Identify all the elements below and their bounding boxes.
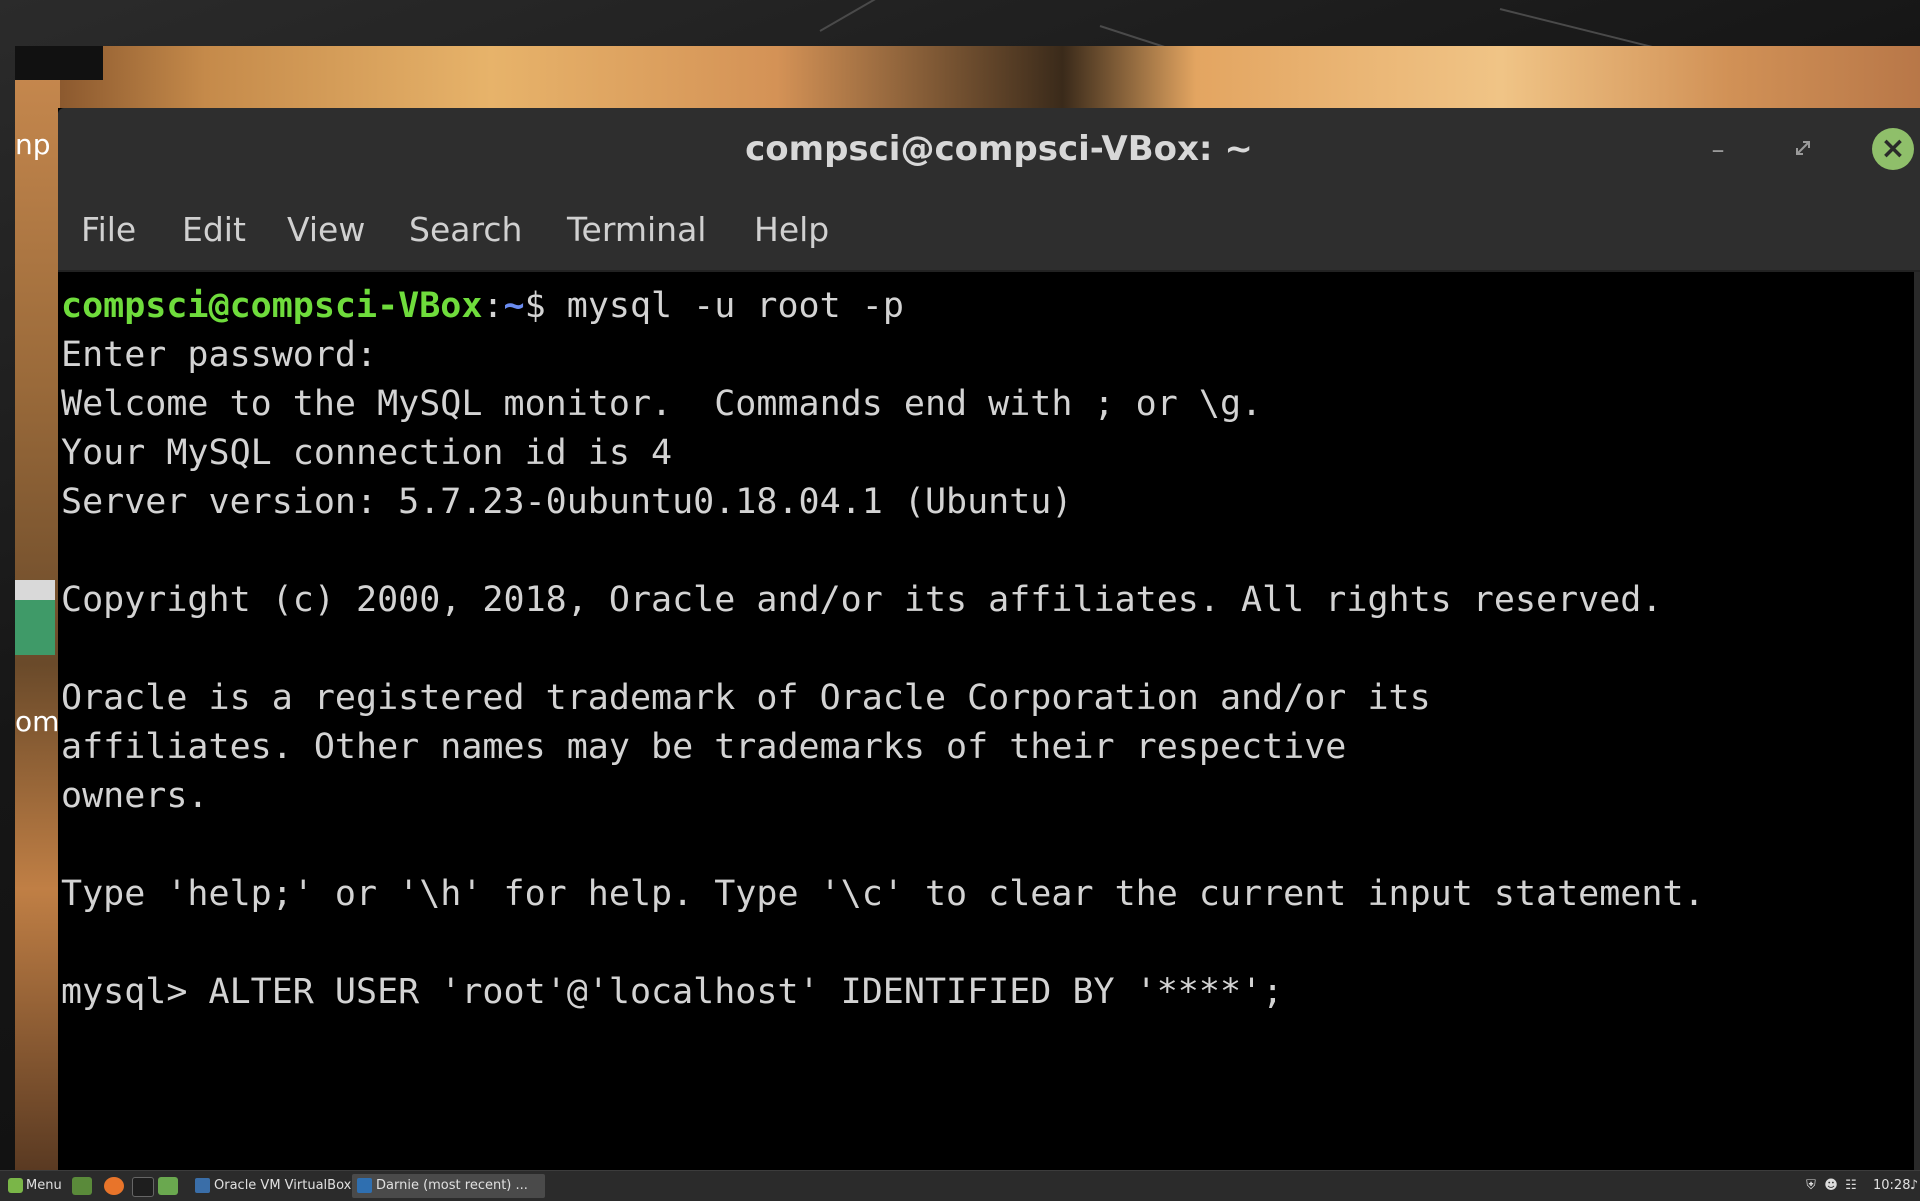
network-icon[interactable]: ☷ <box>1843 1178 1859 1194</box>
terminal-window: compsci@compsci-VBox: ~ – × File Edit Vi… <box>58 108 1920 1170</box>
terminal-scrollbar[interactable] <box>1914 272 1920 1170</box>
close-button[interactable]: × <box>1872 128 1914 170</box>
menu-file[interactable]: File <box>81 190 136 270</box>
virtualbox-icon <box>195 1178 210 1193</box>
shield-icon[interactable]: ⛨ <box>1803 1178 1819 1194</box>
terminal-line: Oracle is a registered trademark of Orac… <box>61 678 1431 718</box>
document-icon <box>357 1178 372 1193</box>
prompt-dollar: $ <box>524 286 567 326</box>
prompt-user: compsci@compsci-VBox <box>61 286 483 326</box>
terminal-line: Copyright (c) 2000, 2018, Oracle and/or … <box>61 580 1663 620</box>
menubar: File Edit View Search Terminal Help <box>58 190 1920 272</box>
terminal-line: Enter password: <box>61 335 378 375</box>
terminal-line: Your MySQL connection id is 4 <box>61 433 673 473</box>
taskbar: Menu Oracle VM VirtualBox... Darnie (mos… <box>0 1170 1920 1201</box>
maximize-button[interactable] <box>1783 130 1823 170</box>
start-menu-label: Menu <box>26 1178 62 1193</box>
task-darnie[interactable]: Darnie (most recent) ... <box>352 1174 545 1198</box>
window-titlebar[interactable]: compsci@compsci-VBox: ~ – × <box>58 108 1920 190</box>
start-menu-button[interactable]: Menu <box>4 1171 62 1201</box>
user-icon[interactable]: ☻ <box>1823 1178 1839 1194</box>
terminal-icon[interactable] <box>132 1177 154 1197</box>
clock[interactable]: 10:28 <box>1873 1171 1910 1201</box>
desktop-icon-label-fragment: np <box>15 128 51 161</box>
maximize-icon <box>1793 135 1813 165</box>
close-icon: × <box>1880 131 1906 166</box>
terminal-line: affiliates. Other names may be trademark… <box>61 727 1347 767</box>
terminal-line: Server version: 5.7.23-0ubuntu0.18.04.1 … <box>61 482 1073 522</box>
terminal-line: owners. <box>61 776 209 816</box>
mysql-input-line: mysql> ALTER USER 'root'@'localhost' IDE… <box>61 972 1284 1012</box>
window-title: compsci@compsci-VBox: ~ <box>745 129 1253 169</box>
menu-view[interactable]: View <box>287 190 365 270</box>
minimize-icon: – <box>1711 135 1725 165</box>
menu-edit[interactable]: Edit <box>182 190 246 270</box>
menu-search[interactable]: Search <box>409 190 522 270</box>
menu-help[interactable]: Help <box>754 190 829 270</box>
task-virtualbox[interactable]: Oracle VM VirtualBox... <box>190 1174 377 1198</box>
prompt-command: mysql -u root -p <box>566 286 904 326</box>
mint-logo-icon <box>8 1178 23 1193</box>
task-label: Darnie (most recent) ... <box>376 1178 528 1193</box>
home-folder-icon[interactable] <box>15 580 55 675</box>
show-desktop-icon[interactable] <box>72 1177 92 1195</box>
guest-panel-tab <box>15 46 103 80</box>
firefox-icon[interactable] <box>104 1177 124 1195</box>
prompt-path: ~ <box>503 286 525 326</box>
terminal-output[interactable]: compsci@compsci-VBox:~$ mysql -u root -p… <box>58 272 1920 1170</box>
minimize-button[interactable]: – <box>1698 130 1738 170</box>
prompt-separator: : <box>482 286 504 326</box>
desktop-icon-label-fragment-2: om <box>15 705 60 738</box>
files-icon[interactable] <box>158 1177 178 1195</box>
terminal-line: Welcome to the MySQL monitor. Commands e… <box>61 384 1263 424</box>
prompt-line: compsci@compsci-VBox:~$ mysql -u root -p <box>61 282 904 331</box>
task-label: Oracle VM VirtualBox... <box>214 1178 364 1193</box>
menu-terminal[interactable]: Terminal <box>567 190 706 270</box>
terminal-line: Type 'help;' or '\h' for help. Type '\c'… <box>61 874 1705 914</box>
volume-icon[interactable]: ♪ <box>1906 1178 1920 1194</box>
